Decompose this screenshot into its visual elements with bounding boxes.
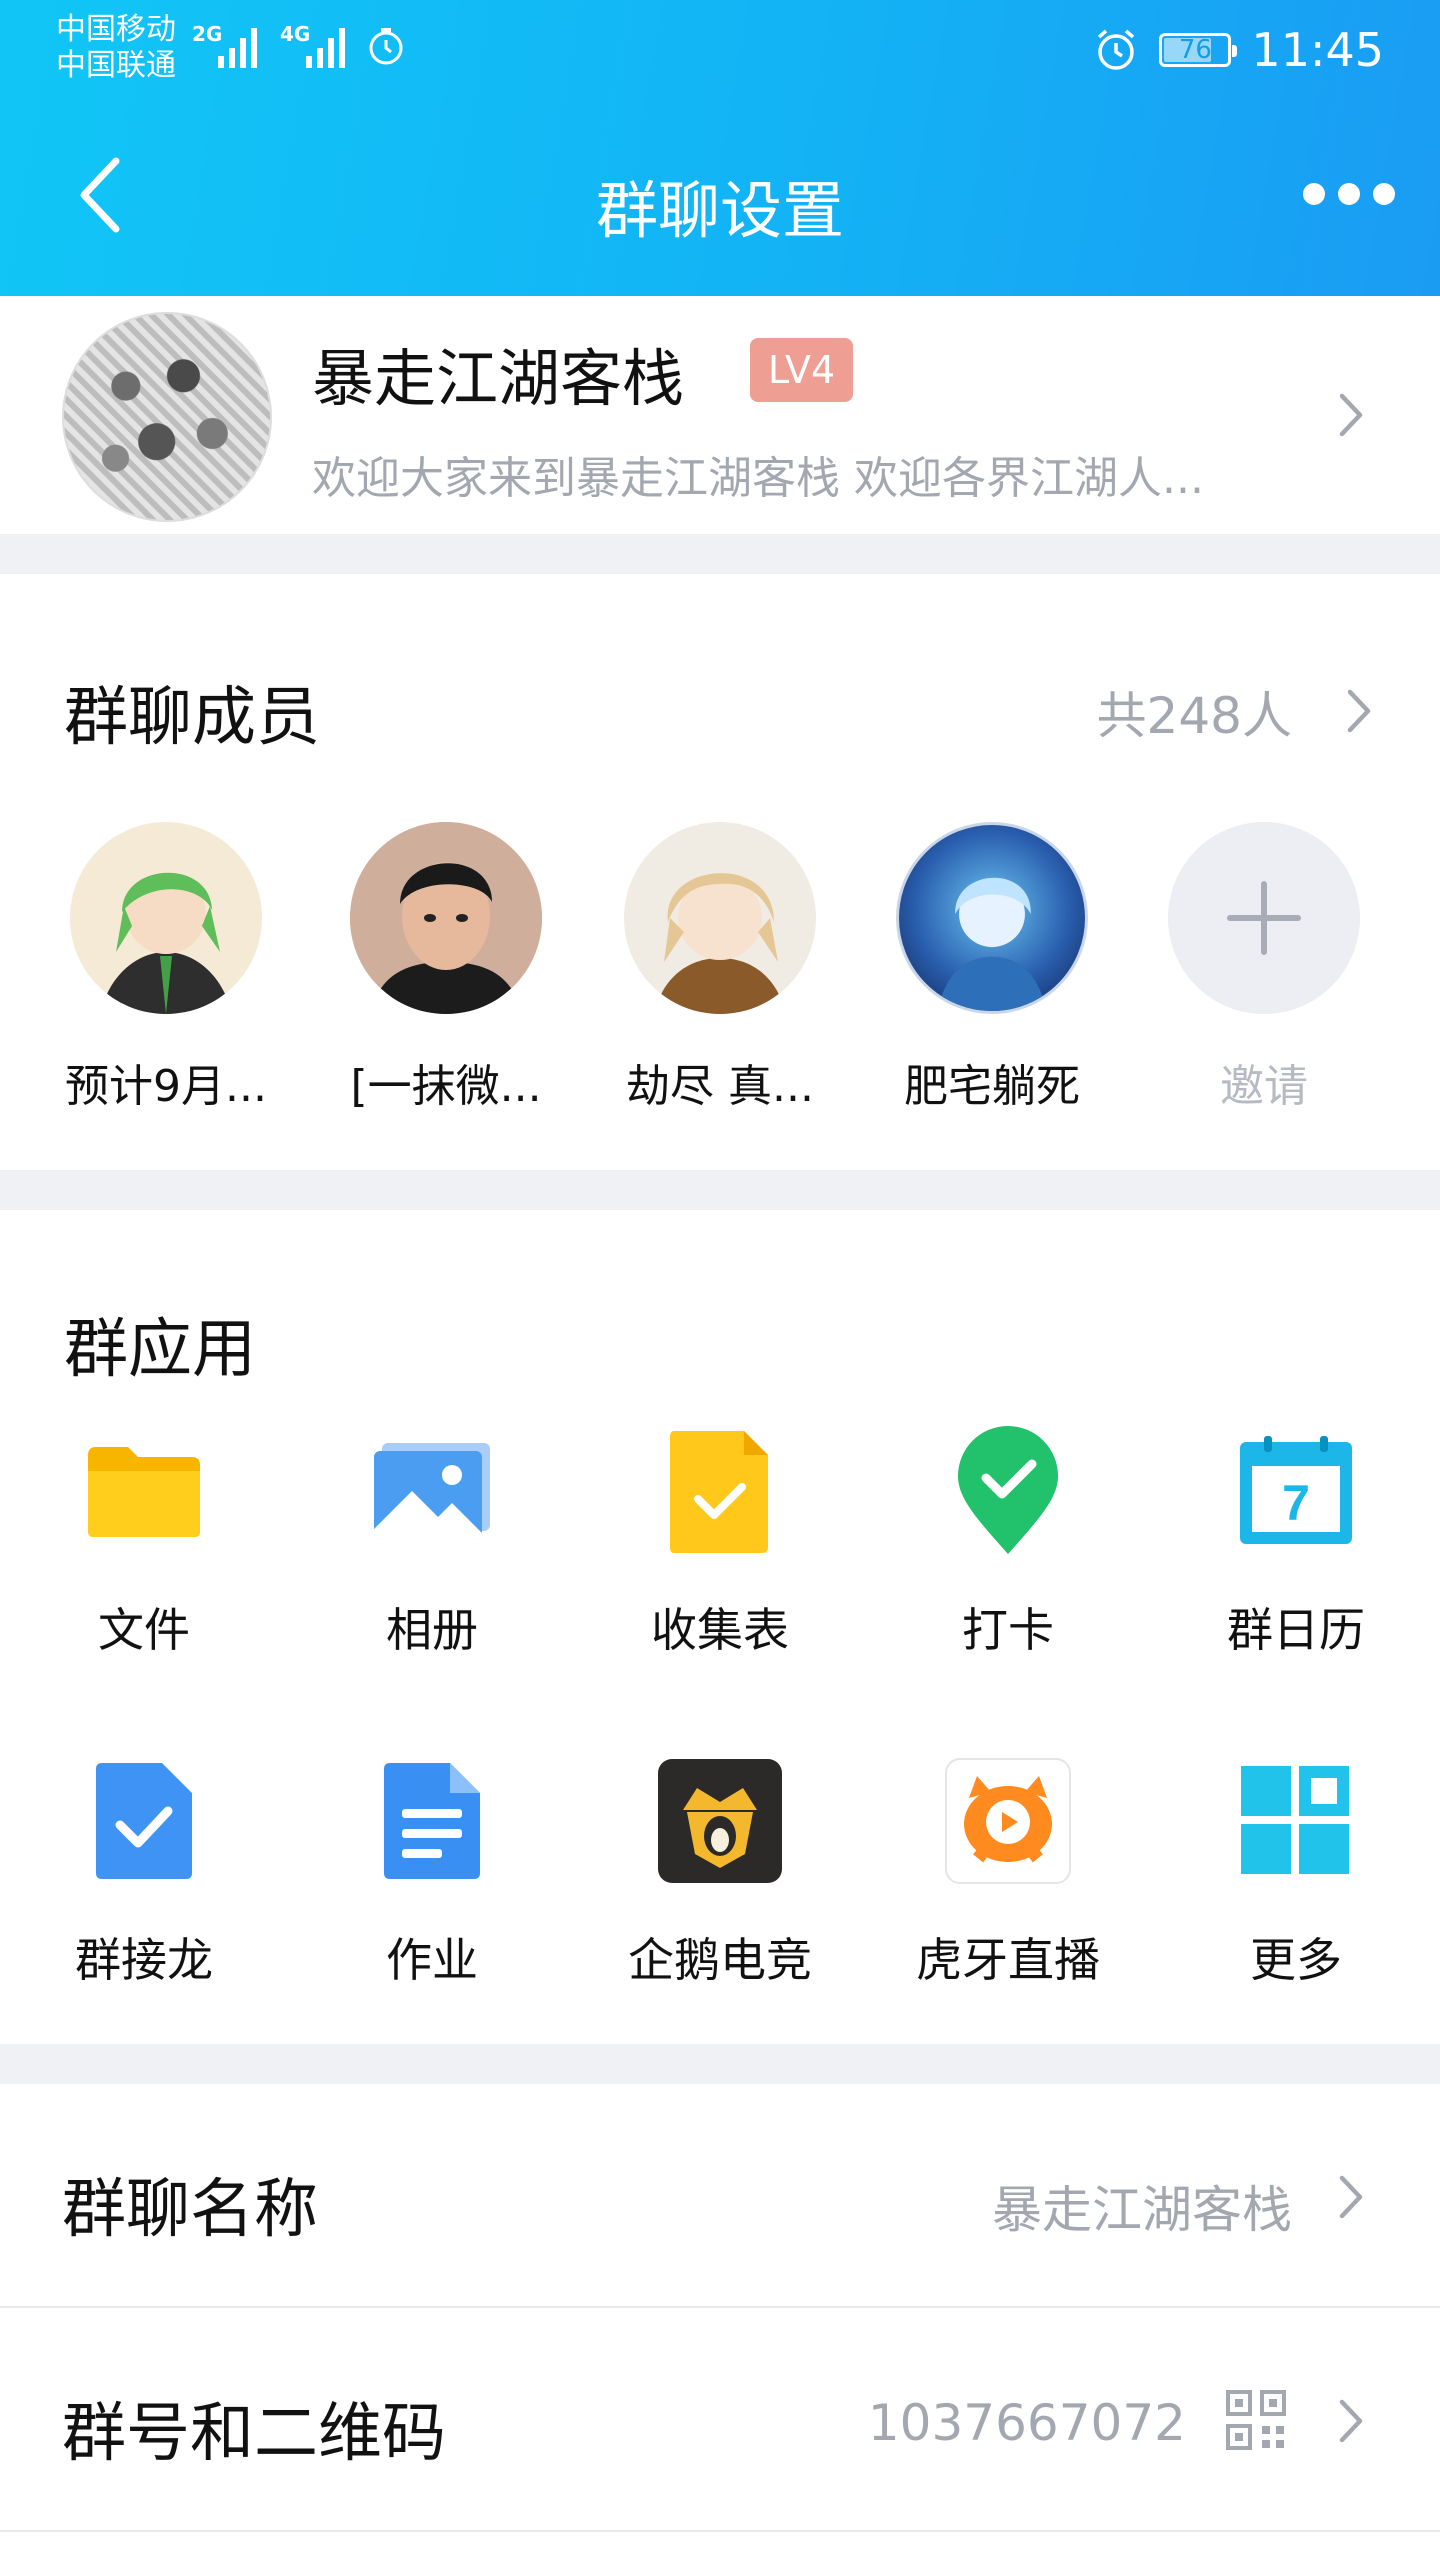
invite-label: 邀请 <box>1220 1061 1308 1112</box>
member-item[interactable]: [一抹微... <box>326 822 566 1114</box>
app-label: 文件 <box>98 1603 190 1657</box>
member-item[interactable]: 肥宅躺死 <box>872 822 1112 1114</box>
group-name-label: 群聊名称 <box>62 2173 318 2247</box>
member-item[interactable]: 预计9月... <box>46 822 286 1114</box>
apps-title: 群应用 <box>64 1313 256 1387</box>
group-avatar[interactable] <box>62 312 272 522</box>
chevron-right-icon <box>1336 390 1366 440</box>
more-button[interactable] <box>1294 164 1404 224</box>
members-section: 群聊成员 共248人 预计9月... [一抹微... 劫尽 真... 肥宅躺死 … <box>0 574 1440 1170</box>
group-name-value: 暴走江湖客栈 <box>992 2181 1292 2239</box>
battery-icon: 76 <box>1159 33 1238 67</box>
section-gap <box>0 534 1440 574</box>
group-name: 暴走江湖客栈 <box>312 342 685 415</box>
app-checkin[interactable]: 打卡 <box>888 1426 1128 1660</box>
row-divider <box>0 2530 1440 2532</box>
carrier-labels: 中国移动 中国联通 <box>56 12 176 84</box>
app-label: 收集表 <box>651 1603 789 1657</box>
form-check-icon <box>655 1426 785 1556</box>
app-label: 相册 <box>386 1603 478 1657</box>
app-label: 虎牙直播 <box>916 1933 1100 1987</box>
group-id-value: 1037667072 <box>867 2394 1186 2452</box>
app-huya[interactable]: 虎牙直播 <box>888 1756 1128 1990</box>
app-more[interactable]: 更多 <box>1176 1756 1416 1990</box>
app-label: 群接龙 <box>75 1933 213 1987</box>
invite-avatar <box>1168 822 1360 1014</box>
homework-doc-icon <box>367 1756 497 1886</box>
app-file[interactable]: 文件 <box>24 1426 264 1660</box>
group-name-row[interactable]: 群聊名称 暴走江湖客栈 <box>0 2084 1440 2306</box>
member-item[interactable]: 劫尽 真... <box>600 822 840 1114</box>
calendar-icon: 7 <box>1231 1426 1361 1556</box>
more-dot <box>1338 183 1360 205</box>
signal-icon-2 <box>306 28 345 68</box>
folder-icon <box>79 1426 209 1556</box>
calendar-day: 7 <box>1282 1475 1310 1531</box>
status-bar: 中国移动 中国联通 2G 4G 76 11:45 <box>0 0 1440 100</box>
member-avatar <box>70 822 262 1014</box>
chevron-right-icon[interactable] <box>1344 686 1374 736</box>
member-name: [一抹微... <box>350 1061 542 1112</box>
more-dots-icon <box>1303 183 1325 205</box>
header: 中国移动 中国联通 2G 4G 76 11:45 群聊设置 <box>0 0 1440 296</box>
app-label: 打卡 <box>962 1603 1054 1657</box>
app-homework[interactable]: 作业 <box>312 1756 552 1990</box>
group-description: 欢迎大家来到暴走江湖客栈 欢迎各界江湖人... <box>312 453 1204 504</box>
member-count[interactable]: 共248人 <box>1097 676 1292 748</box>
carrier-1: 中国移动 <box>56 12 176 47</box>
relay-doc-icon <box>79 1756 209 1886</box>
apps-section: 群应用 文件 相册 收集表 打卡 7 群日历 群接龙 作业 企鹅电竞 虎牙直播 … <box>0 1210 1440 2044</box>
status-time: 11:45 <box>1251 23 1384 77</box>
plus-icon <box>1227 881 1301 955</box>
level-badge: LV4 <box>750 338 854 402</box>
grid-more-icon <box>1231 1756 1361 1886</box>
app-album[interactable]: 相册 <box>312 1426 552 1660</box>
member-avatar <box>350 822 542 1014</box>
signal-icon <box>218 28 257 68</box>
chevron-right-icon <box>1336 2172 1366 2222</box>
section-gap <box>0 2044 1440 2084</box>
member-avatar <box>896 822 1088 1014</box>
app-label: 作业 <box>386 1933 478 1987</box>
app-form[interactable]: 收集表 <box>600 1426 840 1660</box>
member-name: 预计9月... <box>65 1061 267 1112</box>
page-title: 群聊设置 <box>595 174 844 247</box>
app-relay[interactable]: 群接龙 <box>24 1756 264 1990</box>
app-label: 企鹅电竞 <box>628 1933 812 1987</box>
group-id-label: 群号和二维码 <box>62 2397 446 2471</box>
group-profile[interactable]: 暴走江湖客栈 LV4 欢迎大家来到暴走江湖客栈 欢迎各界江湖人... <box>0 296 1440 534</box>
invite-button[interactable]: 邀请 <box>1144 822 1384 1114</box>
more-dot <box>1373 183 1395 205</box>
qr-code-icon <box>1226 2390 1286 2454</box>
status-right: 76 11:45 <box>1093 20 1384 80</box>
group-id-row[interactable]: 群号和二维码 1037667072 <box>0 2308 1440 2530</box>
app-esports[interactable]: 企鹅电竞 <box>600 1756 840 1990</box>
member-name: 劫尽 真... <box>626 1061 814 1112</box>
member-avatar <box>624 822 816 1014</box>
app-calendar[interactable]: 7 群日历 <box>1176 1426 1416 1660</box>
section-gap <box>0 1170 1440 1210</box>
chevron-right-icon <box>1336 2396 1366 2446</box>
battery-level: 76 <box>1178 35 1212 65</box>
member-name: 肥宅躺死 <box>904 1061 1080 1112</box>
alarm-icon <box>1098 29 1135 70</box>
app-label: 更多 <box>1250 1933 1342 1987</box>
navbar: 群聊设置 <box>0 130 1440 260</box>
checkin-pin-icon <box>943 1426 1073 1556</box>
app-label: 群日历 <box>1227 1603 1365 1657</box>
carrier-2: 中国联通 <box>56 48 176 83</box>
huya-live-icon <box>943 1756 1073 1886</box>
photo-album-icon <box>367 1426 497 1556</box>
penguin-esports-icon <box>655 1756 785 1886</box>
timer-icon <box>369 28 403 65</box>
members-title[interactable]: 群聊成员 <box>64 666 320 758</box>
